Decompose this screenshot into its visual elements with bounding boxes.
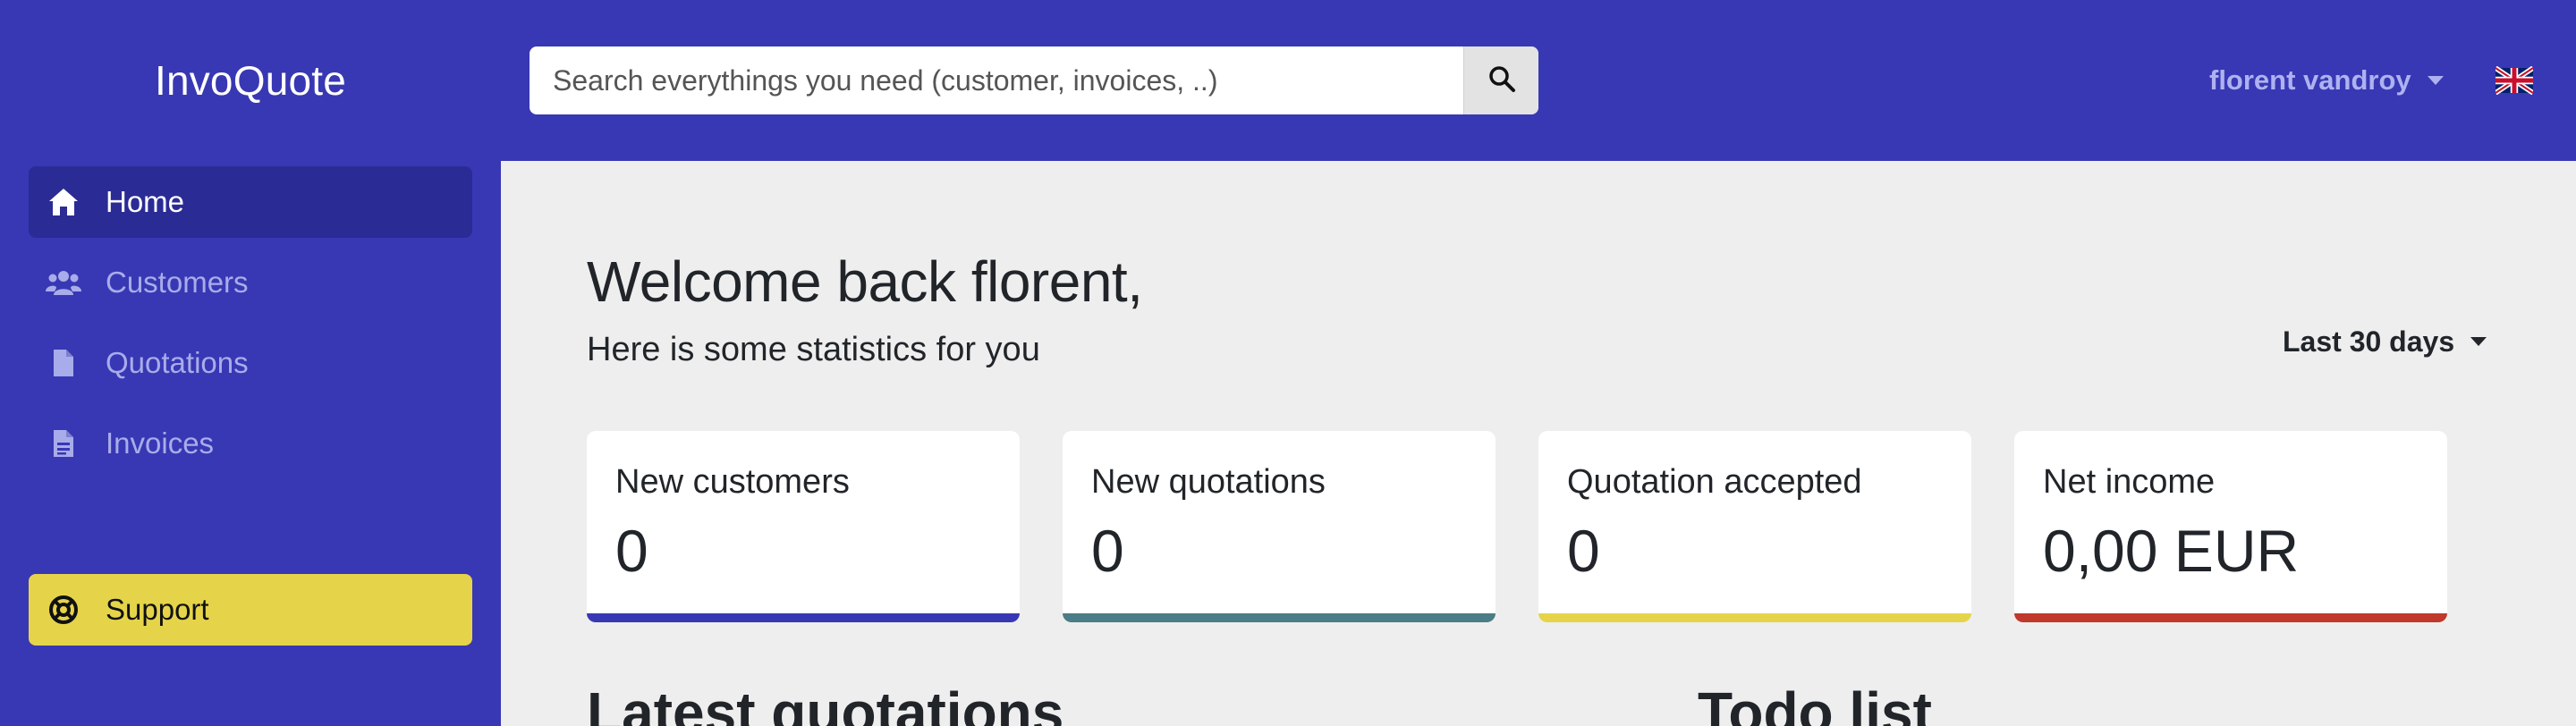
users-icon: [45, 264, 82, 301]
stat-label: Net income: [2043, 463, 2216, 501]
app-root: InvoQuote Home Customers Quotations Invo…: [0, 0, 2576, 726]
sidebar-item-label: Invoices: [106, 426, 215, 460]
sidebar-item-label: Quotations: [106, 346, 249, 379]
stat-accent-bar: [2014, 613, 2447, 622]
page-subtitle: Here is some statistics for you: [587, 331, 1040, 368]
stat-value: 0: [1567, 518, 1600, 584]
life-ring-icon: [45, 591, 82, 629]
latest-quotations-title: Latest quotations: [587, 680, 1064, 726]
stat-accent-bar: [587, 613, 1020, 622]
home-icon: [45, 183, 82, 221]
stat-value: 0: [615, 518, 648, 584]
stat-value: 0: [1091, 518, 1124, 584]
stat-accent-bar: [1063, 613, 1496, 622]
todo-list-title: Todo list: [1698, 680, 1932, 726]
stat-card-new-customers: New customers 0: [587, 431, 1020, 622]
user-menu[interactable]: florent vandroy: [2209, 63, 2444, 98]
period-label: Last 30 days: [2283, 325, 2455, 358]
search-button[interactable]: [1463, 46, 1538, 114]
main-content: Welcome back florent, Here is some stati…: [501, 161, 2576, 726]
stat-card-quotation-accepted: Quotation accepted 0: [1538, 431, 1971, 622]
support-button[interactable]: Support: [29, 574, 472, 646]
stat-label: New quotations: [1091, 463, 1326, 501]
sidebar-item-customers[interactable]: Customers: [29, 247, 472, 318]
search-bar: [530, 46, 1538, 114]
sidebar-nav: Home Customers Quotations Invoices: [29, 166, 472, 488]
brand-logo[interactable]: InvoQuote: [0, 0, 501, 161]
search-input[interactable]: [530, 46, 1463, 114]
stat-label: Quotation accepted: [1567, 463, 1862, 501]
stat-value: 0,00 EUR: [2043, 518, 2300, 584]
sidebar-item-label: Customers: [106, 266, 249, 299]
stat-card-new-quotations: New quotations 0: [1063, 431, 1496, 622]
stat-card-net-income: Net income 0,00 EUR: [2014, 431, 2447, 622]
period-dropdown[interactable]: Last 30 days: [2283, 322, 2487, 361]
top-bar: florent vandroy: [501, 0, 2576, 161]
stat-label: New customers: [615, 463, 850, 501]
user-name: florent vandroy: [2209, 64, 2411, 96]
sidebar-item-label: Home: [106, 185, 185, 218]
support-label: Support: [106, 593, 209, 626]
file-lines-icon: [45, 425, 82, 462]
chevron-down-icon: [2470, 337, 2487, 346]
stat-accent-bar: [1538, 613, 1971, 622]
page-title: Welcome back florent,: [587, 249, 1143, 314]
sidebar-item-invoices[interactable]: Invoices: [29, 408, 472, 479]
sidebar-item-home[interactable]: Home: [29, 166, 472, 238]
sidebar-item-quotations[interactable]: Quotations: [29, 327, 472, 399]
sidebar: InvoQuote Home Customers Quotations Invo…: [0, 0, 501, 726]
uk-flag-icon[interactable]: [2496, 66, 2533, 95]
file-icon: [45, 344, 82, 382]
search-icon: [1487, 64, 1516, 97]
chevron-down-icon: [2427, 76, 2444, 85]
